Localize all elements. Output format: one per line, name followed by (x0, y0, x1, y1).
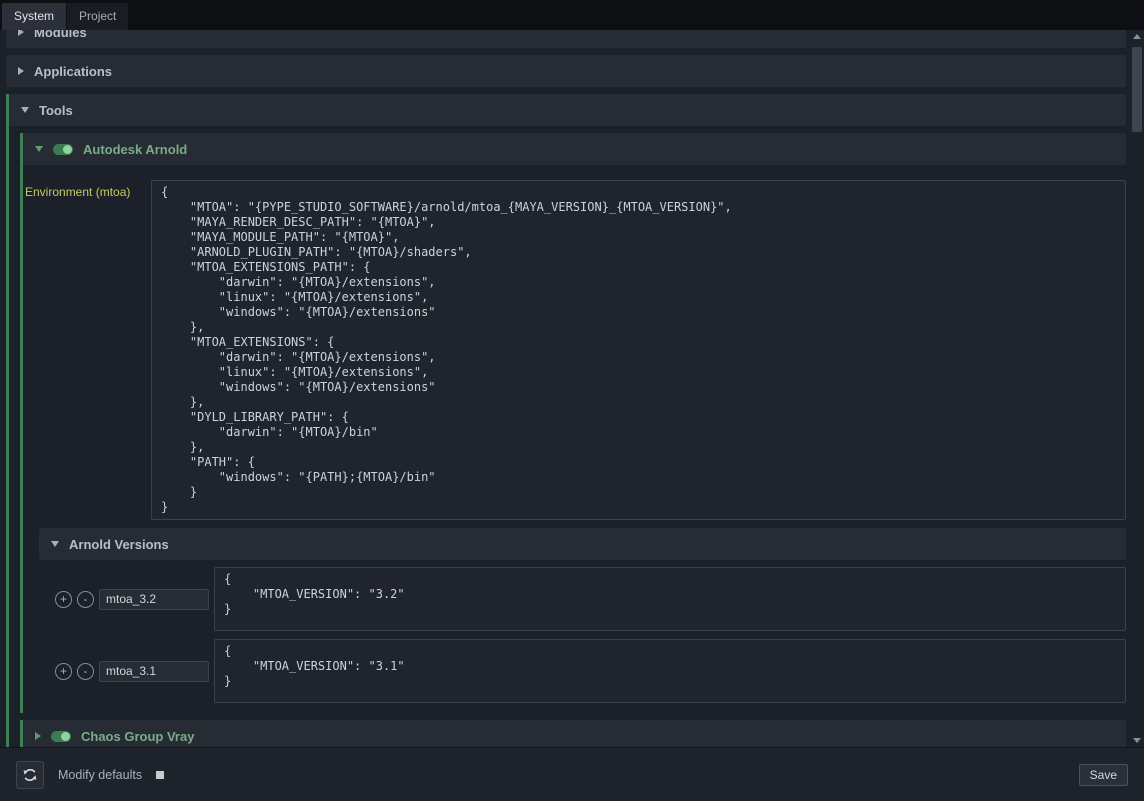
tool-group-arnold: Autodesk Arnold Environment (mtoa) { "MT… (20, 133, 1126, 713)
expand-arrow-icon (18, 30, 24, 36)
version-json-editor[interactable]: { "MTOA_VERSION": "3.1" } (214, 639, 1126, 703)
version-row: + - { "MTOA_VERSION": "3.2" } (55, 567, 1126, 631)
section-title: Chaos Group Vray (81, 729, 194, 744)
section-title: Applications (34, 64, 112, 79)
section-header-tools[interactable]: Tools (9, 94, 1126, 126)
refresh-button[interactable] (16, 761, 44, 789)
tool-group-vray: Chaos Group Vray (20, 720, 1126, 747)
version-json-editor[interactable]: { "MTOA_VERSION": "3.2" } (214, 567, 1126, 631)
expand-arrow-icon (18, 67, 24, 75)
scrollbar-up-button[interactable] (1130, 30, 1144, 43)
version-name-input[interactable] (99, 589, 209, 610)
collapse-arrow-icon (51, 541, 59, 547)
collapse-arrow-icon (21, 107, 29, 113)
settings-scroll-area: Modules Applications Tools (0, 30, 1130, 747)
footer-bar: Modify defaults Save (0, 747, 1144, 801)
section-title: Tools (39, 103, 73, 118)
tab-system[interactable]: System (2, 3, 66, 30)
section-header-arnold-versions[interactable]: Arnold Versions (39, 528, 1126, 560)
arnold-body: Environment (mtoa) { "MTOA": "{PYPE_STUD… (23, 172, 1126, 713)
section-group-tools: Tools Autodesk Arnold Envir (6, 94, 1126, 747)
vertical-scrollbar[interactable] (1130, 30, 1144, 747)
enabled-toggle[interactable] (53, 144, 73, 155)
environment-label: Environment (mtoa) (25, 180, 146, 520)
remove-version-button[interactable]: - (77, 591, 94, 608)
settings-content-wrap: Modules Applications Tools (0, 30, 1144, 747)
save-button[interactable]: Save (1079, 764, 1128, 786)
environment-row: Environment (mtoa) { "MTOA": "{PYPE_STUD… (25, 180, 1126, 520)
expand-arrow-icon (35, 732, 41, 740)
section-title: Modules (34, 30, 87, 40)
scrollbar-track[interactable] (1130, 43, 1144, 734)
section-title: Arnold Versions (69, 537, 169, 552)
add-version-button[interactable]: + (55, 663, 72, 680)
tab-bar: System Project (0, 0, 1144, 30)
modify-defaults-indicator[interactable] (156, 771, 164, 779)
tools-body: Autodesk Arnold Environment (mtoa) { "MT… (9, 133, 1126, 747)
section-title: Autodesk Arnold (83, 142, 187, 157)
remove-version-button[interactable]: - (77, 663, 94, 680)
section-header-vray[interactable]: Chaos Group Vray (23, 720, 1126, 747)
tab-project[interactable]: Project (67, 3, 128, 30)
scrollbar-down-button[interactable] (1130, 734, 1144, 747)
scroll-down-icon (1133, 738, 1141, 743)
version-name-input[interactable] (99, 661, 209, 682)
collapse-arrow-icon (35, 146, 43, 152)
section-header-arnold[interactable]: Autodesk Arnold (23, 133, 1126, 165)
add-version-button[interactable]: + (55, 591, 72, 608)
enabled-toggle[interactable] (51, 731, 71, 742)
section-header-modules[interactable]: Modules (6, 30, 1126, 48)
version-row: + - { "MTOA_VERSION": "3.1" } (55, 639, 1126, 703)
settings-window: System Project Modules Applications Tool… (0, 0, 1144, 801)
refresh-icon (22, 767, 38, 783)
modify-defaults-label: Modify defaults (58, 768, 142, 782)
scroll-up-icon (1133, 34, 1141, 39)
scrollbar-thumb[interactable] (1132, 47, 1142, 132)
environment-json-editor[interactable]: { "MTOA": "{PYPE_STUDIO_SOFTWARE}/arnold… (151, 180, 1126, 520)
section-header-applications[interactable]: Applications (6, 55, 1126, 87)
